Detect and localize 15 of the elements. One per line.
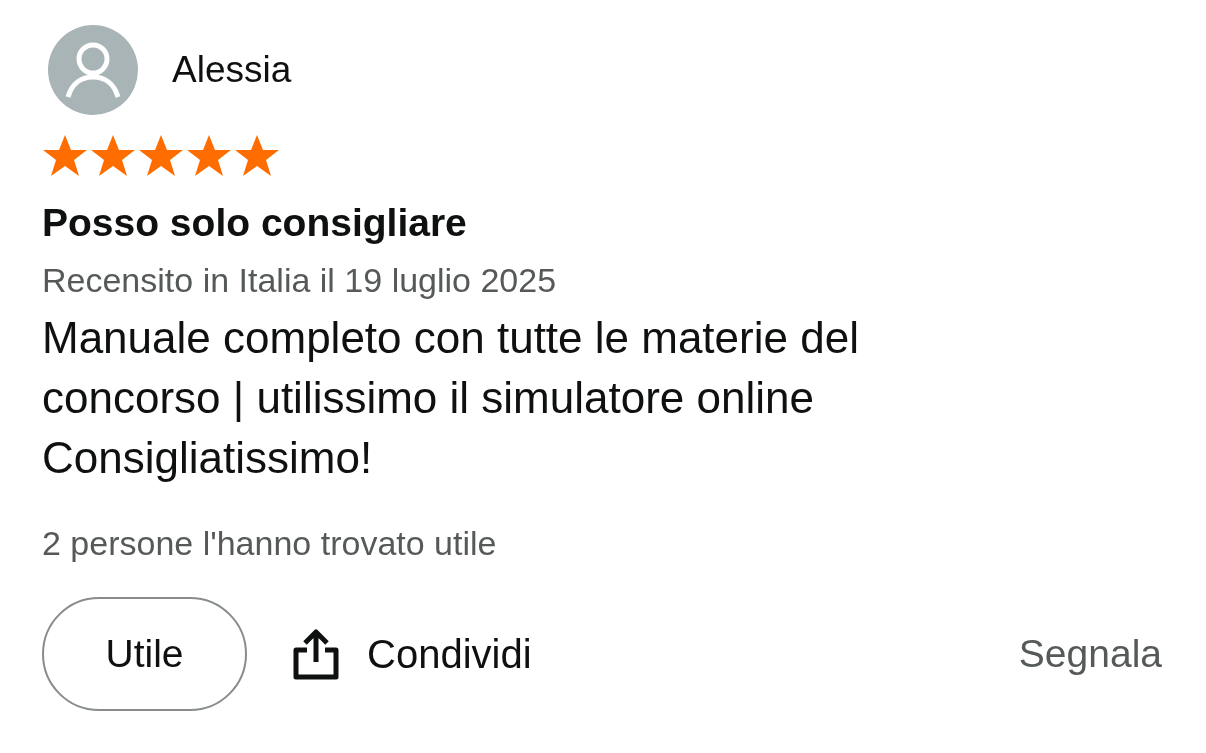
helpful-count: 2 persone l'hanno trovato utile <box>42 524 498 563</box>
review-title: Posso solo consigliare <box>42 201 468 245</box>
share-button[interactable]: Condividi <box>291 628 532 680</box>
review-text: Manuale completo con tutte le materie del concorso | utilissimo il simulatore online Consigliatissimo! <box>42 312 860 484</box>
star-icon <box>42 133 88 179</box>
review-date: Recensito in Italia il 19 luglio 2025 <box>42 261 558 300</box>
avatar-icon <box>48 25 138 115</box>
share-icon <box>291 628 341 680</box>
helpful-button[interactable]: Utile <box>42 597 247 711</box>
report-link[interactable]: Segnala <box>1018 632 1162 676</box>
star-icon <box>90 133 136 179</box>
reviewer-name: Alessia <box>172 49 292 91</box>
star-icon <box>234 133 280 179</box>
star-icon <box>186 133 232 179</box>
star-icon <box>138 133 184 179</box>
